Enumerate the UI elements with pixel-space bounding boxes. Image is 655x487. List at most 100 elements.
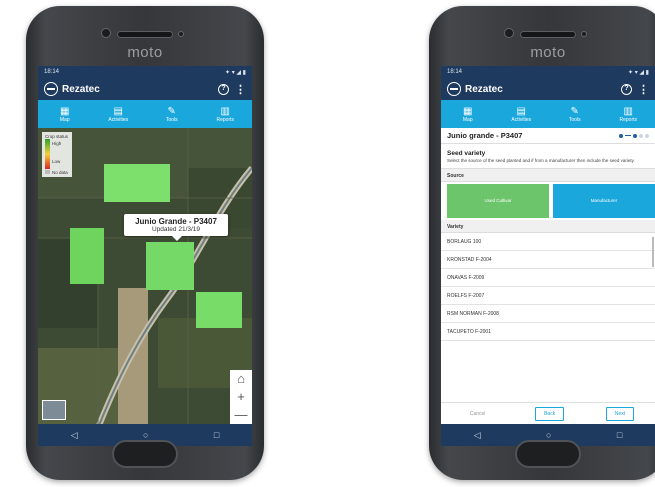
tab-label: Tools [568,116,581,123]
status-time: 18:14 [44,69,60,75]
tab-tools[interactable]: ✎ Tools [145,100,199,128]
tab-label: Map [462,116,473,123]
back-nav-button[interactable]: ◁ [474,430,481,441]
source-options: Used Cultivar Manufacturer [441,182,655,220]
more-icon[interactable]: ⋮ [235,83,246,96]
tab-reports[interactable]: ▥ Reports [199,100,253,128]
list-item[interactable]: KRONSTAD F-2004 [441,251,655,269]
source-section-label: Source [441,168,655,182]
crop-status-legend: Crop status High Low No data [42,132,72,177]
tab-tools[interactable]: ✎ Tools [548,100,602,128]
field-polygon[interactable] [196,292,242,328]
list-item[interactable]: RSM NORMAN F-2008 [441,305,655,323]
earpiece [117,31,173,38]
hardware-home-button[interactable] [112,440,178,468]
form-description: Select the source of the seed planted an… [447,158,635,163]
nav-tabs: ▦ Map ▤ Activities ✎ Tools ▥ Reports [441,100,655,128]
variety-list[interactable]: BORLAUG 100 KRONSTAD F-2004 ONAVAS F-200… [441,233,655,351]
screen: 18:14 ✦ ▾ ◢ ▮ Rezatec ? ⋮ ▦ Map ▤ Activiti… [441,66,655,446]
back-button[interactable]: Back [535,406,565,421]
popup-updated: Updated 21/3/19 [151,226,201,233]
front-camera [101,28,111,38]
legend-low: Low [52,159,61,164]
form-intro: Seed variety Select the source of the se… [441,144,655,169]
popup-title: Junio Grande - P3407 [135,217,217,226]
legend-high: High [52,141,62,146]
tab-reports[interactable]: ▥ Reports [602,100,655,128]
field-title: Junio grande - P3407 [447,131,523,140]
cancel-button[interactable]: Cancel [462,408,494,420]
chart-icon: ▥ [220,105,230,117]
phone-map: moto 18:14 ✦ ▾ ◢ ▮ Rezatec ? ⋮ ▦ Map ▤ Act… [26,6,264,480]
home-icon[interactable]: ⌂ [237,370,245,388]
help-icon[interactable]: ? [218,83,229,95]
field-polygon[interactable] [104,164,170,202]
brand-logo: moto [530,44,566,61]
home-nav-button[interactable]: ○ [546,430,551,440]
app-title: Rezatec [465,83,503,95]
satellite-map[interactable]: Crop status High Low No data Junio Grande… [38,128,252,424]
status-time: 18:14 [447,69,463,75]
list-item[interactable]: ONAVAS F-2009 [441,269,655,287]
list-item[interactable]: ROELFS F-2007 [441,287,655,305]
field-popup[interactable]: Junio Grande - P3407 Updated 21/3/19 [124,214,228,241]
form-heading: Seed variety [447,150,486,157]
globe-icon [447,82,461,96]
recent-apps-button[interactable]: □ [617,430,622,440]
front-camera [504,28,514,38]
status-bar: 18:14 ✦ ▾ ◢ ▮ [38,66,252,78]
next-button[interactable]: Next [605,406,635,421]
app-title: Rezatec [62,83,100,95]
more-icon[interactable]: ⋮ [638,83,649,96]
seed-variety-form: Junio grande - P3407 Seed variety Select… [441,128,655,424]
globe-icon [44,82,58,96]
manufacturer-button[interactable]: Manufacturer [553,183,655,218]
recent-apps-button[interactable]: □ [214,430,219,440]
help-icon[interactable]: ? [621,83,632,95]
field-polygon[interactable] [146,242,194,290]
legend-no-data: No data [45,170,69,175]
status-icons: ✦ ▾ ◢ ▮ [628,70,649,76]
phone-seed-variety: moto 18:14 ✦ ▾ ◢ ▮ Rezatec ? ⋮ ▦ Map ▤ Act… [429,6,655,480]
form-footer: Cancel Back Next [441,402,655,424]
tab-activities[interactable]: ▤ Activities [495,100,549,128]
field-polygon[interactable] [70,228,104,284]
layer-toggle-button[interactable] [42,400,66,420]
tab-label: Tools [165,116,178,123]
edit-icon: ✎ [167,105,176,117]
variety-section-label: Variety [441,219,655,233]
back-nav-button[interactable]: ◁ [71,430,78,441]
map-icon: ▦ [463,105,473,117]
legend-gradient [45,139,50,169]
tab-map[interactable]: ▦ Map [38,100,92,128]
zoom-in-button[interactable]: + [237,388,245,406]
list-item[interactable]: TACUPETO F-2001 [441,323,655,341]
form-header: Junio grande - P3407 [441,128,655,144]
zoom-out-button[interactable]: — [235,406,248,424]
step-indicator [617,133,649,138]
app-bar: Rezatec ? ⋮ [441,78,655,100]
tab-label: Reports [619,116,637,123]
sensor [581,31,587,37]
chart-icon: ▥ [623,105,633,117]
home-nav-button[interactable]: ○ [143,430,148,440]
list-item[interactable]: BORLAUG 100 [441,233,655,251]
calendar-icon: ▤ [516,105,526,117]
tab-activities[interactable]: ▤ Activities [92,100,146,128]
tab-label: Activities [108,116,129,123]
edit-icon: ✎ [570,105,579,117]
tab-label: Reports [216,116,234,123]
tab-label: Activities [511,116,532,123]
screen: 18:14 ✦ ▾ ◢ ▮ Rezatec ? ⋮ ▦ Map ▤ Activiti… [38,66,252,446]
calendar-icon: ▤ [113,105,123,117]
nav-tabs: ▦ Map ▤ Activities ✎ Tools ▥ Reports [38,100,252,128]
earpiece [520,31,576,38]
status-icons: ✦ ▾ ◢ ▮ [225,70,246,76]
brand-logo: moto [127,44,163,61]
used-cultivar-button[interactable]: Used Cultivar [447,183,549,218]
scrollbar[interactable] [652,236,654,267]
map-controls: ⌂ + — [230,370,252,424]
map-icon: ▦ [60,105,70,117]
hardware-home-button[interactable] [515,440,581,468]
tab-map[interactable]: ▦ Map [441,100,495,128]
